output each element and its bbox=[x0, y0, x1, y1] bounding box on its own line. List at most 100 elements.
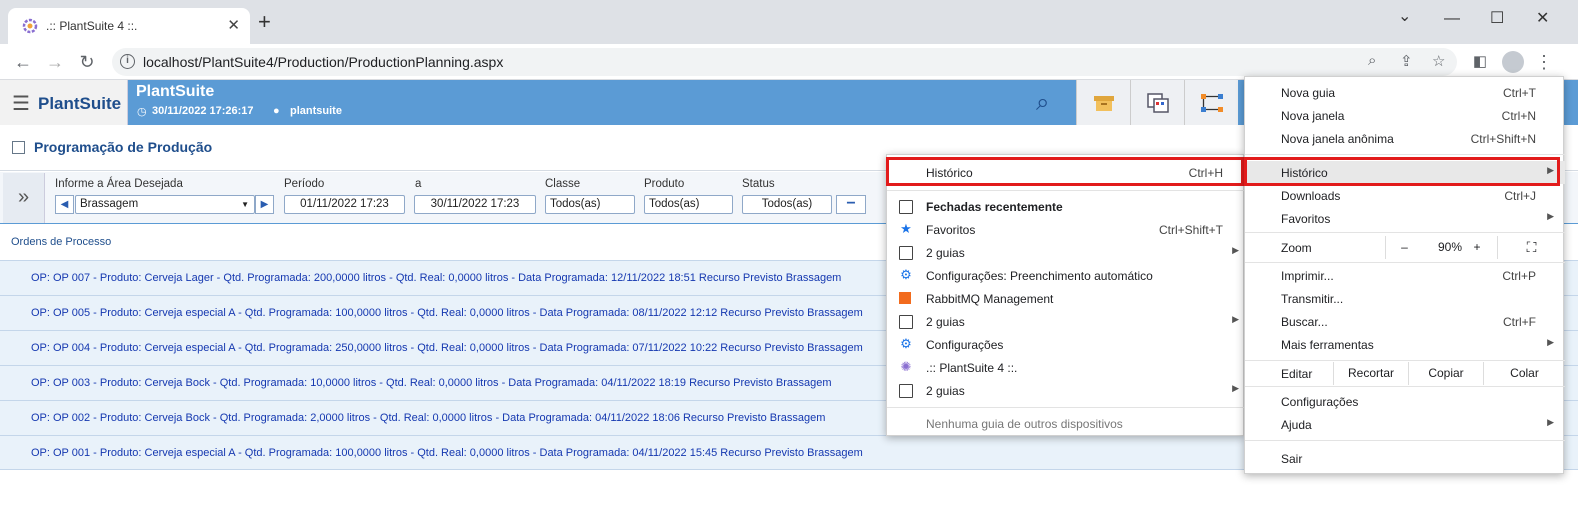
app-logo: PlantSuite bbox=[38, 94, 122, 113]
product-select[interactable]: Todos(as) bbox=[644, 195, 733, 214]
period-from-field[interactable]: 01/11/2022 17:23 bbox=[284, 195, 405, 214]
collapse-button[interactable]: − bbox=[836, 195, 866, 214]
chevron-right-icon: ▶ bbox=[1547, 417, 1554, 427]
profile-avatar[interactable] bbox=[1502, 51, 1524, 73]
app-user: plantsuite bbox=[290, 105, 342, 117]
hamburger-menu-icon[interactable]: ☰ bbox=[12, 91, 30, 116]
status-label: Status bbox=[742, 178, 775, 190]
app-datetime: 30/11/2022 17:26:17 bbox=[152, 105, 254, 117]
print-item[interactable]: Imprimir... Ctrl+P bbox=[1245, 264, 1565, 287]
clock-icon: ◷ bbox=[137, 106, 147, 118]
planning-icon bbox=[12, 141, 25, 154]
edit-row: Editar Recortar Copiar Colar bbox=[1245, 362, 1565, 385]
browser-main-menu: Nova guia Ctrl+T Nova janela Ctrl+N Nova j… bbox=[1244, 76, 1565, 474]
tab-title: .:: PlantSuite 4 ::. bbox=[46, 19, 138, 33]
area-select[interactable]: Brassagem ▼ bbox=[75, 195, 255, 214]
find-item[interactable]: Buscar... Ctrl+F bbox=[1245, 310, 1565, 333]
chevron-right-icon: ▶ bbox=[1232, 314, 1239, 324]
browser-tab[interactable]: .:: PlantSuite 4 ::. ✕ bbox=[8, 8, 250, 44]
downloads-item[interactable]: Downloads Ctrl+J bbox=[1245, 184, 1565, 207]
autofill-settings-item[interactable]: ⚙ Configurações: Preenchimento automátic… bbox=[887, 264, 1245, 287]
separator bbox=[1245, 440, 1565, 441]
page-title: Programação de Produção bbox=[34, 139, 213, 155]
cut-button[interactable]: Recortar bbox=[1333, 362, 1408, 385]
maximize-button[interactable]: ☐ bbox=[1490, 8, 1504, 28]
site-info-icon[interactable]: i bbox=[120, 54, 135, 69]
archive-icon[interactable] bbox=[1076, 80, 1130, 125]
calendar-grid-icon[interactable] bbox=[1130, 80, 1184, 125]
tabs-group-item[interactable]: 2 guias ▶ bbox=[887, 241, 1245, 264]
bookmark-star-icon[interactable]: ☆ bbox=[1432, 52, 1445, 70]
more-menu-icon[interactable]: ⋮ bbox=[1532, 50, 1556, 74]
chevron-down-icon[interactable]: ⌄ bbox=[1398, 6, 1411, 26]
zoom-out-button[interactable]: – bbox=[1385, 236, 1423, 259]
tab-icon bbox=[899, 384, 913, 398]
new-tab-item[interactable]: Nova guia Ctrl+T bbox=[1245, 81, 1565, 104]
search-icon[interactable]: ⌕ bbox=[1036, 89, 1049, 117]
period-to-label: a bbox=[415, 178, 422, 190]
more-tools-item[interactable]: Mais ferramentas ▶ bbox=[1245, 333, 1565, 356]
back-button[interactable]: ← bbox=[11, 50, 35, 74]
separator bbox=[1245, 360, 1565, 361]
rabbitmq-item[interactable]: RabbitMQ Management bbox=[887, 287, 1245, 310]
class-select[interactable]: Todos(as) bbox=[545, 195, 635, 214]
address-bar[interactable]: i localhost/PlantSuite4/Production/Produ… bbox=[112, 48, 1457, 76]
separator bbox=[887, 190, 1245, 191]
separator bbox=[1245, 154, 1565, 155]
expand-filters-icon[interactable]: » bbox=[3, 173, 45, 223]
forward-button[interactable]: → bbox=[43, 50, 67, 74]
new-window-item[interactable]: Nova janela Ctrl+N bbox=[1245, 104, 1565, 127]
tabs-group-item[interactable]: 2 guias ▶ bbox=[887, 310, 1245, 333]
orders-title: Ordens de Processo bbox=[11, 236, 112, 248]
close-tab-icon[interactable]: ✕ bbox=[227, 16, 240, 34]
favorites-item[interactable]: ★ Favoritos Ctrl+Shift+T bbox=[887, 218, 1245, 241]
plantsuite-item[interactable]: ✺ .:: PlantSuite 4 ::. bbox=[887, 356, 1245, 379]
star-icon: ★ bbox=[900, 221, 912, 236]
gear-icon: ⚙ bbox=[900, 336, 912, 351]
history-submenu: Histórico Ctrl+H Fechadas recentemente ★… bbox=[886, 154, 1245, 436]
area-label: Informe a Área Desejada bbox=[55, 178, 183, 190]
highlight-box bbox=[1244, 157, 1560, 186]
separator bbox=[1245, 262, 1565, 263]
tabs-group-item[interactable]: 2 guias ▶ bbox=[887, 379, 1245, 402]
chevron-right-icon: ▶ bbox=[1547, 337, 1554, 347]
browser-toolbar: ← → ↻ i localhost/PlantSuite4/Production… bbox=[0, 44, 1578, 80]
no-devices-text: Nenhuma guia de outros dispositivos bbox=[926, 417, 1123, 431]
area-next-button[interactable]: ▶ bbox=[255, 195, 274, 214]
minimize-button[interactable]: — bbox=[1444, 10, 1460, 28]
tab-icon bbox=[899, 315, 913, 329]
close-window-button[interactable]: ✕ bbox=[1536, 8, 1549, 28]
incognito-item[interactable]: Nova janela anônima Ctrl+Shift+N bbox=[1245, 127, 1565, 150]
side-panel-icon[interactable]: ◧ bbox=[1468, 50, 1492, 74]
gear-icon: ⚙ bbox=[900, 267, 912, 282]
paste-button[interactable]: Colar bbox=[1483, 362, 1565, 385]
separator bbox=[887, 407, 1245, 408]
class-label: Classe bbox=[545, 178, 581, 190]
bookmarks-item[interactable]: Favoritos ▶ bbox=[1245, 207, 1565, 230]
chevron-right-icon: ▶ bbox=[1232, 245, 1239, 255]
chevron-down-icon: ▼ bbox=[241, 200, 249, 209]
copy-button[interactable]: Copiar bbox=[1408, 362, 1483, 385]
flow-diagram-icon[interactable] bbox=[1184, 80, 1238, 125]
settings-item[interactable]: ⚙ Configurações bbox=[887, 333, 1245, 356]
share-icon[interactable]: ⇪ bbox=[1400, 52, 1413, 70]
exit-item[interactable]: Sair bbox=[1245, 447, 1565, 470]
recently-closed-header: Fechadas recentemente bbox=[887, 195, 1245, 218]
settings-item[interactable]: Configurações bbox=[1245, 390, 1565, 413]
status-select[interactable]: Todos(as) bbox=[742, 195, 832, 214]
tab-icon bbox=[899, 200, 913, 214]
reload-button[interactable]: ↻ bbox=[75, 50, 99, 74]
logo-area: ☰ PlantSuite bbox=[0, 80, 128, 125]
period-to-field[interactable]: 30/11/2022 17:23 bbox=[414, 195, 536, 214]
new-tab-button[interactable]: + bbox=[258, 11, 271, 33]
fullscreen-icon[interactable]: ⛶ bbox=[1497, 236, 1565, 259]
zoom-icon[interactable]: ⌕ bbox=[1368, 52, 1376, 69]
separator bbox=[1245, 386, 1565, 387]
help-item[interactable]: Ajuda ▶ bbox=[1245, 413, 1565, 436]
plantsuite-favicon-icon: ✺ bbox=[900, 359, 912, 374]
product-label: Produto bbox=[644, 178, 685, 190]
url-text[interactable]: localhost/PlantSuite4/Production/Product… bbox=[143, 54, 503, 70]
zoom-in-button[interactable]: + bbox=[1463, 236, 1491, 259]
area-prev-button[interactable]: ◀ bbox=[55, 195, 74, 214]
cast-item[interactable]: Transmitir... bbox=[1245, 287, 1565, 310]
